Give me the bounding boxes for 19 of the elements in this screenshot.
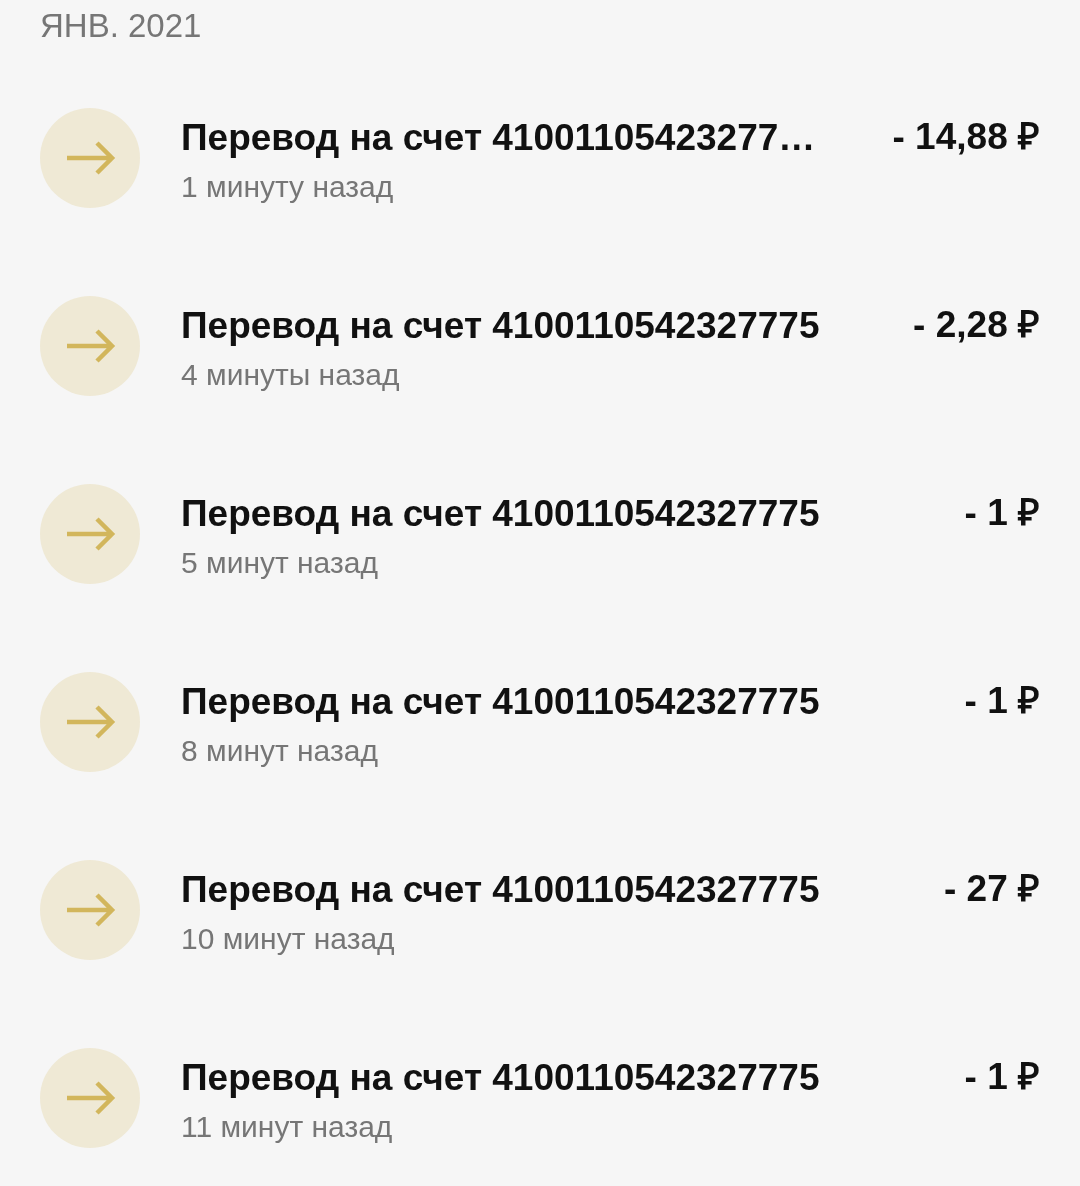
transfer-time: 10 минут назад — [181, 921, 395, 957]
transfer-time: 4 минуты назад — [181, 357, 400, 393]
transfer-amount: - 1 ₽ — [964, 491, 1040, 535]
transfer-amount: - 27 ₽ — [943, 867, 1040, 911]
transfer-time: 8 минут назад — [181, 733, 378, 769]
transfer-title: Перевод на счет 4100110542327775 — [181, 1056, 820, 1100]
transfer-amount: - 1 ₽ — [964, 1055, 1040, 1099]
transfer-title: Перевод на счет 41001105423277… — [181, 116, 816, 160]
transfer-time: 11 минут назад — [181, 1109, 393, 1145]
transfer-time: 5 минут назад — [181, 545, 378, 581]
transfer-amount: - 14,88 ₽ — [892, 115, 1040, 159]
transfer-amount: - 2,28 ₽ — [913, 303, 1040, 347]
transfer-time: 1 минуту назад — [181, 169, 394, 205]
transfer-title: Перевод на счет 4100110542327775 — [181, 304, 820, 348]
transfer-title: Перевод на счет 4100110542327775 — [181, 492, 820, 536]
transfer-title: Перевод на счет 4100110542327775 — [181, 680, 820, 724]
month-heading: ЯНВ. 2021 — [40, 6, 202, 46]
transfer-title: Перевод на счет 4100110542327775 — [181, 868, 820, 912]
transfer-amount: - 1 ₽ — [964, 679, 1040, 723]
